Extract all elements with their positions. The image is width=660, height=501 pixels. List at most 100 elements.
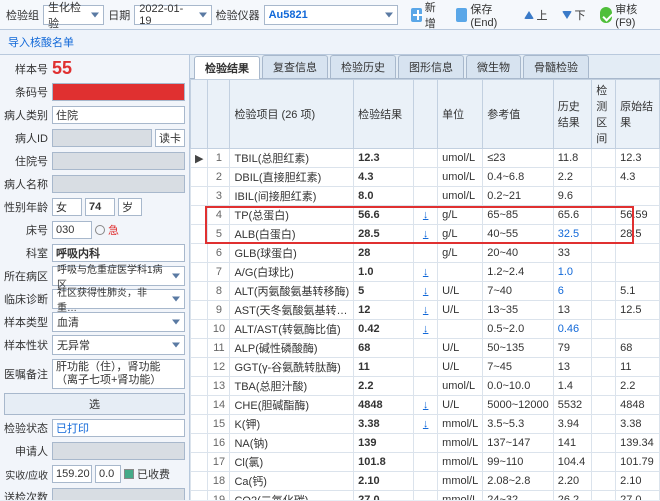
- age-unit-field[interactable]: 岁: [118, 198, 142, 216]
- tab-2[interactable]: 检验历史: [330, 55, 396, 78]
- row-index: 19: [208, 491, 230, 501]
- dept-field[interactable]: 呼吸内科: [52, 244, 185, 262]
- cell-unit: U/L: [438, 301, 483, 320]
- table-row[interactable]: 15K(钾)3.38↓mmol/L3.5~5.33.943.38: [191, 415, 660, 434]
- col-mark[interactable]: [191, 80, 208, 149]
- import-link[interactable]: 导入核酸名单: [8, 37, 74, 49]
- cell-flag: ↓: [414, 396, 438, 415]
- table-row[interactable]: 12GGT(γ-谷氨酰转肽酶)11U/L7~451311: [191, 358, 660, 377]
- applicant-field[interactable]: .: [52, 442, 185, 460]
- hosp-no-field[interactable]: .: [52, 152, 185, 170]
- cell-unit: mmol/L: [438, 434, 483, 453]
- sample-no[interactable]: 55: [52, 58, 72, 80]
- col-header_ref[interactable]: 参考值: [483, 80, 553, 149]
- col-header_flag[interactable]: [414, 80, 438, 149]
- table-row[interactable]: 10ALT/AST(转氨酶比值)0.42↓0.5~2.00.46: [191, 320, 660, 339]
- col-mark[interactable]: [208, 80, 230, 149]
- ward-combo[interactable]: 呼吸与危重症医学科1病区: [52, 266, 185, 286]
- cell-orig: [616, 263, 660, 282]
- cell-orig: 3.38: [616, 415, 660, 434]
- table-row[interactable]: 14CHE(胆碱酯酶)4848↓U/L5000~1200055324848: [191, 396, 660, 415]
- character-combo[interactable]: 无异常: [52, 335, 185, 355]
- down-button[interactable]: 下: [557, 5, 591, 25]
- tab-4[interactable]: 微生物: [466, 55, 521, 78]
- remark-field[interactable]: 肝功能（住），肾功能（离子七项+肾功能）: [52, 359, 185, 389]
- cell-ref: 0.4~6.8: [483, 168, 553, 187]
- tab-5[interactable]: 骨髓检验: [523, 55, 589, 78]
- sex-field[interactable]: 女: [52, 198, 82, 216]
- row-index: 11: [208, 339, 230, 358]
- save-button[interactable]: 保存(End): [451, 0, 514, 31]
- table-row[interactable]: 5ALB(白蛋白)28.5↓g/L40~5532.528.5: [191, 225, 660, 244]
- sample-no-label: 样本号: [4, 61, 52, 77]
- row-marker: [191, 491, 208, 501]
- age-field[interactable]: 74: [85, 198, 115, 216]
- name-field[interactable]: .: [52, 175, 185, 193]
- col-header_result[interactable]: 检验结果: [354, 80, 414, 149]
- cell-flag: ↓: [414, 320, 438, 339]
- sample-type-combo[interactable]: 血清: [52, 312, 185, 332]
- tab-1[interactable]: 复查信息: [262, 55, 328, 78]
- patient-type-field[interactable]: 住院: [52, 106, 185, 124]
- col-header_orig[interactable]: 原始结果: [616, 80, 660, 149]
- cell-result: 101.8: [354, 453, 414, 472]
- cell-name: ALP(碱性磷酸酶): [230, 339, 354, 358]
- row-index: 4: [208, 206, 230, 225]
- cell-unit: U/L: [438, 282, 483, 301]
- table-row[interactable]: 6GLB(球蛋白)28g/L20~4033: [191, 244, 660, 263]
- table-row[interactable]: 7A/G(白球比)1.0↓1.2~2.41.0: [191, 263, 660, 282]
- table-row[interactable]: 17Cl(氯)101.8mmol/L99~110104.4101.79: [191, 453, 660, 472]
- cell-ref: 13~35: [483, 301, 553, 320]
- col-header_project[interactable]: 检验项目 (26 项): [230, 80, 354, 149]
- clinical-combo[interactable]: 社区获得性肺炎，非重…: [52, 289, 185, 309]
- cell-result: 12.3: [354, 149, 414, 168]
- table-row[interactable]: 18Ca(钙)2.10mmol/L2.08~2.82.202.10: [191, 472, 660, 491]
- row-marker: [191, 396, 208, 415]
- row-index: 18: [208, 472, 230, 491]
- bed-field[interactable]: 030: [52, 221, 92, 239]
- table-row[interactable]: 3IBIL(间接胆红素)8.0umol/L0.2~219.6: [191, 187, 660, 206]
- table-row[interactable]: 8ALT(丙氨酸氨基转移酶)5↓U/L7~4065.1: [191, 282, 660, 301]
- table-row[interactable]: ▶1TBIL(总胆红素)12.3umol/L≤2311.812.3: [191, 149, 660, 168]
- table-row[interactable]: 4TP(总蛋白)56.6↓g/L65~8565.656.59: [191, 206, 660, 225]
- cell-orig: 4848: [616, 396, 660, 415]
- cell-name: Cl(氯): [230, 453, 354, 472]
- charge2-field[interactable]: 0.0: [95, 465, 121, 483]
- urgent-label: 急: [108, 222, 119, 238]
- col-header_range[interactable]: 检测区间: [592, 80, 616, 149]
- instrument-combo[interactable]: Au5821: [264, 5, 398, 25]
- add-button[interactable]: 新增: [406, 0, 448, 33]
- cell-range: [592, 244, 616, 263]
- sendtimes-field[interactable]: .: [52, 488, 185, 500]
- table-row[interactable]: 11ALP(碱性磷酸酶)68U/L50~1357968: [191, 339, 660, 358]
- cell-range: [592, 263, 616, 282]
- table-row[interactable]: 16NA(钠)139mmol/L137~147141139.34: [191, 434, 660, 453]
- audit-button[interactable]: 审核(F9): [595, 0, 654, 31]
- row-marker: [191, 282, 208, 301]
- table-row[interactable]: 9AST(天冬氨酸氨基转…12↓U/L13~351312.5: [191, 301, 660, 320]
- check-icon: [600, 7, 613, 23]
- row-index: 15: [208, 415, 230, 434]
- col-header_history[interactable]: 历史结果: [553, 80, 591, 149]
- cell-name: AST(天冬氨酸氨基转…: [230, 301, 354, 320]
- barcode-field[interactable]: .: [52, 83, 185, 101]
- read-card-button[interactable]: 读卡: [155, 129, 185, 147]
- charge1-field[interactable]: 159.20: [52, 465, 92, 483]
- bed-label: 床号: [4, 222, 52, 238]
- cell-name: TBIL(总胆红素): [230, 149, 354, 168]
- select-button[interactable]: 选: [4, 393, 185, 415]
- table-row[interactable]: 13TBA(总胆汁酸)2.2umol/L0.0~10.01.42.2: [191, 377, 660, 396]
- remark-label: 医嘱备注: [4, 366, 52, 382]
- up-button[interactable]: 上: [519, 5, 553, 25]
- group-combo[interactable]: 生化检验: [43, 5, 104, 25]
- patient-id-field[interactable]: .: [52, 129, 152, 147]
- table-row[interactable]: 19CO2(二氧化碳)27.0mmol/L24~3226.227.0: [191, 491, 660, 501]
- charged-checkbox[interactable]: [124, 469, 134, 479]
- tab-3[interactable]: 图形信息: [398, 55, 464, 78]
- tab-0[interactable]: 检验结果: [194, 56, 260, 79]
- table-row[interactable]: 2DBIL(直接胆红素)4.3umol/L0.4~6.82.24.3: [191, 168, 660, 187]
- col-header_unit[interactable]: 单位: [438, 80, 483, 149]
- result-grid-wrap[interactable]: 检验项目 (26 项)检验结果单位参考值历史结果检测区间原始结果 ▶1TBIL(…: [190, 79, 660, 500]
- urgent-radio[interactable]: [95, 225, 105, 235]
- date-from[interactable]: 2022-01-19: [134, 5, 211, 25]
